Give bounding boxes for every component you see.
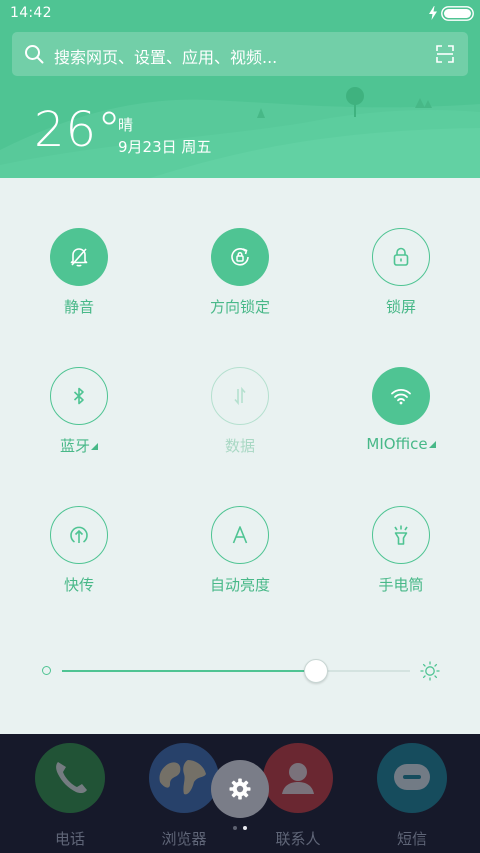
auto-brightness-icon: [232, 526, 248, 544]
toggle-label: 锁屏: [385, 298, 416, 316]
brightness-track[interactable]: [62, 670, 410, 672]
scan-icon[interactable]: [436, 45, 454, 63]
toggle-lock-screen[interactable]: 锁屏: [331, 228, 471, 328]
weather-header: 14:42 搜索网页、设置、应用、视频... 26° 晴 9月23日 周五: [0, 0, 480, 178]
dock-app-phone[interactable]: 电话: [14, 740, 124, 850]
dock-label: 电话: [54, 830, 85, 848]
toggle-label: 手电筒: [378, 576, 424, 594]
lock-screen-button[interactable]: [372, 228, 430, 286]
toggle-label: 蓝牙: [9, 435, 149, 456]
rotation-lock-button[interactable]: [211, 228, 269, 286]
dock-label: 联系人: [275, 830, 321, 848]
toggle-auto-brightness[interactable]: 自动亮度: [170, 506, 310, 606]
dock-app-messages[interactable]: 短信: [356, 740, 466, 850]
page-dot: [233, 826, 237, 830]
toggle-label: 快传: [63, 576, 94, 594]
toggle-wifi[interactable]: MIOffice: [331, 367, 471, 467]
settings-button[interactable]: [211, 760, 269, 818]
mute-button[interactable]: [50, 228, 108, 286]
toggle-rotation-lock[interactable]: 方向锁定: [170, 228, 310, 328]
phone-icon: [35, 743, 105, 813]
search-bar[interactable]: 搜索网页、设置、应用、视频...: [12, 32, 468, 76]
brightness-high-icon: [420, 661, 440, 681]
battery-icon: [441, 6, 474, 21]
flashlight-button[interactable]: [372, 506, 430, 564]
status-time: 14:42: [10, 5, 52, 21]
toggle-label: 方向锁定: [209, 298, 270, 316]
auto-brightness-button[interactable]: [211, 506, 269, 564]
toggle-label-text: MIOffice: [366, 435, 428, 453]
search-icon: [25, 45, 44, 64]
status-bar: 14:42: [0, 0, 480, 28]
bluetooth-button[interactable]: [50, 367, 108, 425]
flashlight-icon: [394, 525, 408, 545]
contacts-icon: [263, 743, 333, 813]
toggle-share[interactable]: 快传: [9, 506, 149, 606]
lock-icon: [393, 247, 409, 266]
messages-icon: [377, 743, 447, 813]
data-button[interactable]: [211, 367, 269, 425]
toggle-label: 数据: [224, 437, 255, 455]
toggle-mute[interactable]: 静音: [9, 228, 149, 328]
share-icon: [70, 526, 88, 543]
toggle-data[interactable]: 数据: [170, 367, 310, 467]
brightness-thumb[interactable]: [304, 659, 328, 683]
wifi-icon: [391, 389, 411, 405]
search-input[interactable]: 搜索网页、设置、应用、视频...: [54, 44, 277, 68]
brightness-low-icon: [42, 666, 51, 675]
browser-icon: [149, 743, 219, 813]
page-dot-active: [243, 826, 247, 830]
wifi-button[interactable]: [372, 367, 430, 425]
bell-off-icon: [70, 248, 88, 267]
toggle-label: 自动亮度: [209, 576, 270, 594]
toggle-flashlight[interactable]: 手电筒: [331, 506, 471, 606]
temperature: 26°: [34, 102, 123, 158]
data-icon: [234, 386, 246, 406]
weather-condition: 晴: [118, 116, 134, 134]
gear-icon: [229, 778, 251, 800]
share-button[interactable]: [50, 506, 108, 564]
dock-label: 浏览器: [161, 830, 207, 848]
submenu-indicator-icon: [91, 443, 98, 450]
bolt-icon: [429, 6, 437, 20]
brightness-slider[interactable]: [0, 650, 480, 690]
submenu-indicator-icon: [428, 441, 436, 448]
toggle-label: 静音: [63, 298, 94, 316]
brightness-fill: [62, 670, 316, 672]
page-indicator: [231, 826, 251, 834]
rotation-lock-icon: [231, 248, 249, 266]
weather-date: 9月23日 周五: [118, 138, 212, 156]
toggle-bluetooth[interactable]: 蓝牙: [9, 367, 149, 467]
toggle-label: MIOffice: [331, 435, 471, 453]
bluetooth-icon: [73, 387, 84, 405]
dock-label: 短信: [396, 830, 427, 848]
toggle-label-text: 蓝牙: [59, 437, 90, 455]
